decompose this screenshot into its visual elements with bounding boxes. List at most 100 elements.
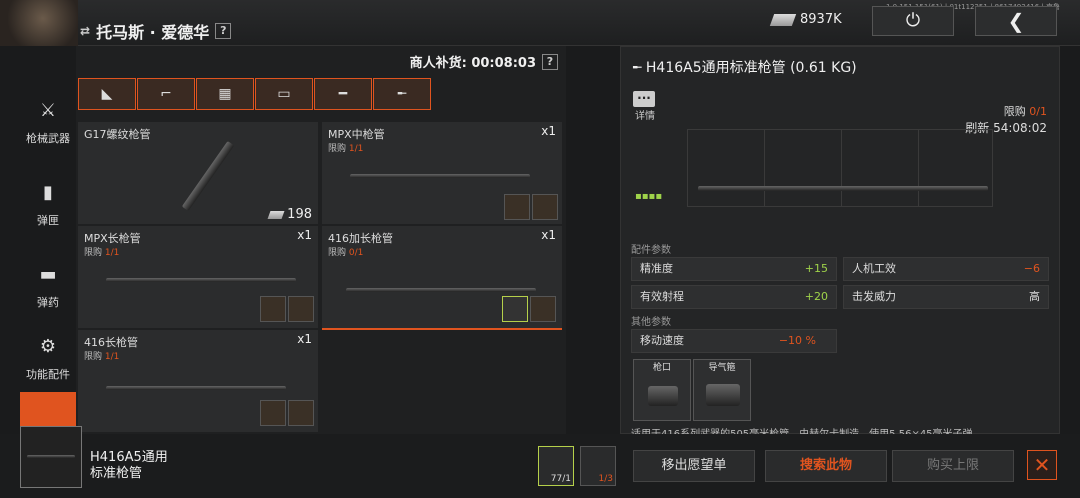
required-item-slot[interactable] (502, 296, 528, 322)
search-item-button[interactable]: 搜索此物 (765, 450, 887, 482)
item-title: 416加长枪管 (328, 232, 393, 245)
stat-accuracy: 精准度 +15 (631, 257, 837, 281)
stat-value: +15 (804, 262, 828, 275)
filter-grip[interactable]: ◣ (78, 78, 136, 110)
filter-handguard[interactable]: ▭ (255, 78, 313, 110)
other-params-heading: 其他参数 (631, 317, 671, 328)
required-item-slot[interactable] (288, 400, 314, 426)
required-item-slot[interactable]: 1/3 (580, 446, 616, 486)
list-item[interactable]: G17螺纹枪管 198 (78, 122, 318, 224)
required-item-slot[interactable] (260, 400, 286, 426)
restock-timer: 商人补货: 00:08:03 ? (410, 52, 558, 71)
power-icon: ⏻ (905, 10, 921, 31)
item-limit: 限购 1/1 (84, 349, 119, 362)
required-item-slot[interactable] (288, 296, 314, 322)
close-button[interactable]: ✕ (1027, 450, 1057, 480)
barrel-image (27, 455, 75, 458)
magazine-icon: ▦ (218, 86, 232, 102)
bottom-bar: H416A5通用 标准枪管 77/1 1/3 移出愿望单 搜索此物 购买上限 ✕ (0, 426, 1080, 498)
back-button[interactable]: ❮ (975, 6, 1057, 36)
limit-label: 限购 (84, 248, 103, 258)
item-title: MPX长枪管 (84, 232, 141, 245)
item-detail-panel: ╾ H416A5通用标准枪管 (0.61 KG) ··· 详情 限购 0/1 刷… (620, 46, 1060, 435)
info-button[interactable]: ··· 详情 (633, 91, 657, 122)
muzzle-image (648, 386, 678, 406)
magazine-icon: ▮ (43, 182, 53, 203)
purchase-limit-button[interactable]: 购买上限 (892, 450, 1014, 482)
trader-name-text: 托马斯 · 爱德华 (96, 23, 210, 42)
filter-barrel[interactable]: ━ (314, 78, 372, 110)
filter-magazine[interactable]: ▦ (196, 78, 254, 110)
slot-count: 77/1 (550, 474, 571, 484)
attachment-slot-gas-block[interactable]: 导气箍 (693, 359, 751, 421)
info-icon: ··· (633, 91, 655, 107)
attachment-params-heading: 配件参数 (631, 245, 671, 256)
filter-bar: ◣ ⌐ ▦ ▭ ━ ╾ (78, 78, 431, 110)
stat-value: +20 (804, 290, 828, 303)
required-item-slot[interactable]: 77/1 (538, 446, 574, 486)
money-icon (267, 210, 285, 219)
required-item-slot[interactable] (532, 194, 558, 220)
required-item-slot[interactable] (504, 194, 530, 220)
muzzle-icon: ╾ (397, 86, 407, 102)
required-item-slot[interactable] (530, 296, 556, 322)
item-limit: 限购 1/1 (328, 141, 363, 154)
item-price-value: 198 (287, 207, 312, 222)
barrel-image (350, 174, 530, 178)
remove-from-wishlist-button[interactable]: 移出愿望单 (633, 450, 755, 482)
power-button[interactable]: ⏻ (872, 6, 954, 36)
trader-help-button[interactable]: ? (215, 23, 232, 39)
stock-icon: ⌐ (160, 86, 172, 102)
close-icon: ✕ (1033, 453, 1051, 477)
item-price: 198 (267, 207, 312, 222)
list-item[interactable]: MPX中枪管 限购 1/1 x1 (322, 122, 562, 224)
sidebar-item-magazines[interactable]: ▮ 弹匣 (20, 168, 76, 240)
limit-value: 1/1 (104, 352, 120, 362)
info-label: 详情 (635, 111, 655, 122)
selected-item-thumbnail (20, 426, 82, 488)
sidebar-item-label: 功能配件 (26, 368, 70, 381)
sidebar-item-weapons[interactable]: ⚔ 枪械武器 (20, 86, 76, 158)
top-bar: ⇄ 托马斯 · 爱德华 ? 1.0.151.151(61) | 01t11225… (0, 0, 1080, 46)
trader-avatar[interactable] (0, 0, 78, 46)
ammo-icon: ▬ (39, 264, 57, 285)
filter-muzzle[interactable]: ╾ (373, 78, 431, 110)
list-item-selected[interactable]: 416加长枪管 限购 0/1 x1 (322, 226, 562, 330)
limit-label: 限购 (328, 144, 347, 154)
money-amount: 8937K (800, 12, 842, 27)
stat-value: 高 (1029, 290, 1040, 303)
restock-label: 商人补货: 00:08:03 (409, 56, 536, 71)
limit-value: 1/1 (348, 144, 364, 154)
barrel-image (106, 386, 286, 390)
item-title: 416长枪管 (84, 336, 138, 349)
slot-count-value: 1/3 (598, 474, 613, 484)
stat-label: 击发威力 (852, 290, 896, 303)
required-item-slot[interactable] (260, 296, 286, 322)
swap-icon[interactable]: ⇄ (80, 24, 90, 38)
filter-stock[interactable]: ⌐ (137, 78, 195, 110)
slot-label: 导气箍 (708, 363, 736, 373)
list-item[interactable]: MPX长枪管 限购 1/1 x1 (78, 226, 318, 328)
slot-label: 枪口 (652, 363, 671, 373)
stat-label: 有效射程 (640, 290, 684, 303)
barrel-image (698, 186, 988, 191)
detail-limit: 限购 0/1 (1004, 103, 1047, 119)
sidebar-item-label: 弹匣 (37, 214, 59, 227)
stat-value: −6 (1023, 262, 1040, 275)
gas-block-image (706, 384, 740, 406)
sidebar-item-ammo[interactable]: ▬ 弹药 (20, 250, 76, 322)
trader-name: ⇄ 托马斯 · 爱德华 ? (80, 19, 232, 43)
selected-item-name: H416A5通用 标准枪管 (90, 450, 168, 482)
attachment-slot-muzzle[interactable]: 枪口 (633, 359, 691, 421)
item-quantity: x1 (297, 332, 312, 346)
list-item[interactable]: 416长枪管 限购 1/1 x1 (78, 330, 318, 432)
item-title: G17螺纹枪管 (84, 128, 151, 141)
sidebar-item-attachments[interactable]: ⚙ 功能配件 (20, 322, 76, 394)
selected-item-name-line2: 标准枪管 (90, 466, 143, 481)
item-quantity: x1 (541, 228, 556, 242)
limit-label: 限购 (84, 352, 103, 362)
slot-count: 1/3 (599, 474, 613, 484)
restock-help-button[interactable]: ? (542, 53, 558, 70)
stat-label: 人机工效 (852, 262, 896, 275)
stat-move-speed: 移动速度 −10 % (631, 329, 837, 353)
